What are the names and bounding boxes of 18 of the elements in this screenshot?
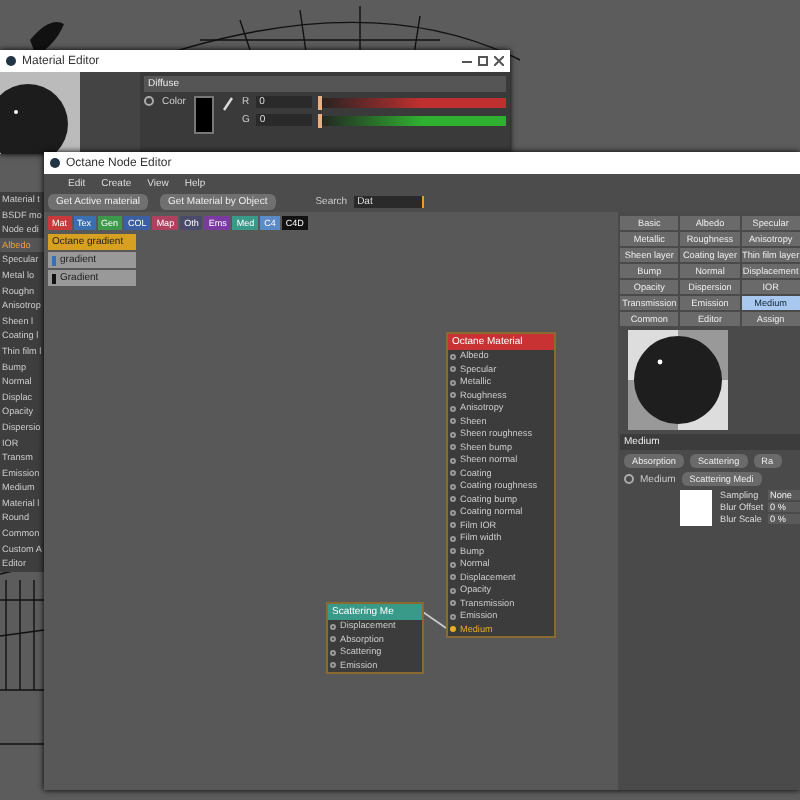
- slider-track[interactable]: [317, 97, 506, 107]
- eyedropper-icon[interactable]: [221, 96, 234, 112]
- texture-preview: [680, 490, 712, 526]
- radio-button[interactable]: [624, 474, 634, 484]
- slider-thumb[interactable]: [317, 113, 322, 127]
- color-swatch[interactable]: [193, 96, 214, 134]
- minimize-icon[interactable]: [462, 56, 472, 66]
- slider-thumb[interactable]: [317, 95, 322, 109]
- node-card[interactable]: [446, 332, 556, 638]
- close-icon[interactable]: [494, 56, 504, 66]
- connection-line: [419, 609, 447, 629]
- sphere-preview: [628, 330, 728, 430]
- dark-shape: [30, 22, 64, 56]
- slider-track[interactable]: [317, 115, 506, 125]
- maximize-icon[interactable]: [478, 56, 488, 66]
- radio-button[interactable]: [144, 96, 154, 106]
- app-icon: [6, 56, 16, 66]
- app-icon: [50, 158, 60, 168]
